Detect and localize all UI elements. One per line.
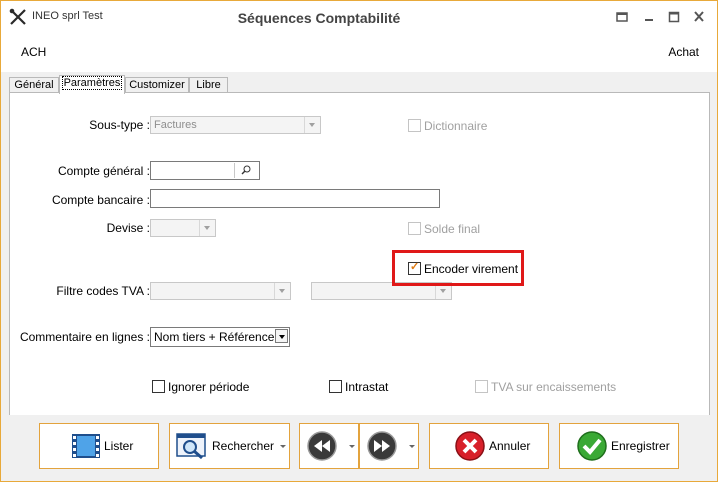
enregistrer-button[interactable]: Enregistrer <box>559 423 679 469</box>
close-icon[interactable] <box>691 10 707 24</box>
tab-customizer-label: Customizer <box>129 79 185 91</box>
compte-bancaire-label: Compte bancaire : <box>51 193 150 207</box>
lister-button[interactable]: Lister <box>39 423 159 469</box>
footer-toolbar: Lister Rechercher Annuler Enregistrer <box>1 415 717 481</box>
tab-libre-label: Libre <box>196 79 221 91</box>
encoder-virement-highlight <box>392 250 524 286</box>
chevron-down-icon <box>199 220 215 236</box>
devise-select <box>150 219 216 237</box>
dictionnaire-checkbox <box>408 119 421 132</box>
intrastat-checkbox[interactable] <box>329 380 342 393</box>
tab-general[interactable]: Général <box>9 77 59 93</box>
intrastat-label: Intrastat <box>345 380 389 394</box>
next-button[interactable] <box>359 423 419 469</box>
tab-parametres-label: Paramètres <box>61 76 123 90</box>
chevron-down-icon <box>304 117 320 133</box>
title-bar: INEO sprl Test Séquences Comptabilité <box>1 1 717 34</box>
maximize-icon[interactable] <box>666 10 682 24</box>
filtre-tva-label: Filtre codes TVA : <box>56 284 150 298</box>
header-band: ACH Achat <box>1 34 717 72</box>
tab-customizer[interactable]: Customizer <box>125 77 189 93</box>
dropdown-arrow-icon[interactable] <box>409 445 415 448</box>
enregistrer-label: Enregistrer <box>611 439 670 453</box>
search-window-icon <box>176 433 206 460</box>
sequence-type: Achat <box>668 45 699 59</box>
sequences-window: INEO sprl Test Séquences Comptabilité AC… <box>0 0 718 482</box>
devise-label: Devise : <box>106 221 150 235</box>
rechercher-label: Rechercher <box>212 439 275 453</box>
restore-down-icon[interactable] <box>614 10 630 24</box>
filtre-tva-select-1 <box>150 282 291 300</box>
tab-general-label: Général <box>14 79 54 91</box>
chevron-down-icon <box>274 283 290 299</box>
checkmark-icon <box>577 431 607 461</box>
tab-parametres[interactable]: Paramètres <box>59 75 125 94</box>
annuler-label: Annuler <box>489 439 531 453</box>
dropdown-arrow-icon[interactable] <box>280 445 286 448</box>
rechercher-button[interactable]: Rechercher <box>169 423 290 469</box>
dropdown-arrow-icon[interactable] <box>349 445 355 448</box>
tva-encaissements-checkbox <box>475 380 488 393</box>
window-title: Séquences Comptabilité <box>237 10 401 26</box>
minimize-icon[interactable] <box>641 10 657 24</box>
compte-bancaire-field[interactable] <box>150 189 440 208</box>
search-button[interactable] <box>234 163 257 178</box>
compte-general-field[interactable] <box>150 161 260 180</box>
tva-encaissements-label: TVA sur encaissements <box>491 380 617 394</box>
sequence-code: ACH <box>21 45 47 59</box>
solde-final-checkbox <box>408 222 421 235</box>
compte-general-label: Compte général : <box>57 164 150 178</box>
parametres-panel: Sous-type : Factures Dictionnaire Compte… <box>9 92 710 416</box>
cancel-icon <box>455 431 485 461</box>
fast-forward-icon <box>367 431 397 461</box>
ignorer-periode-label: Ignorer période <box>168 380 250 394</box>
rewind-icon <box>307 431 337 461</box>
sous-type-select: Factures <box>150 116 321 134</box>
lister-label: Lister <box>104 439 134 453</box>
film-icon <box>72 434 100 458</box>
sous-type-value: Factures <box>154 119 197 131</box>
tab-libre[interactable]: Libre <box>189 77 228 93</box>
annuler-button[interactable]: Annuler <box>429 423 549 469</box>
solde-final-label: Solde final <box>424 222 481 236</box>
search-icon <box>241 165 251 175</box>
commentaire-value: Nom tiers + Référence <box>154 330 275 344</box>
chevron-down-icon <box>275 329 288 343</box>
commentaire-select[interactable]: Nom tiers + Référence <box>150 327 290 347</box>
commentaire-label: Commentaire en lignes : <box>19 330 150 344</box>
dictionnaire-label: Dictionnaire <box>424 119 488 133</box>
previous-button[interactable] <box>299 423 359 469</box>
sous-type-label: Sous-type : <box>89 118 150 132</box>
ignorer-periode-checkbox[interactable] <box>152 380 165 393</box>
